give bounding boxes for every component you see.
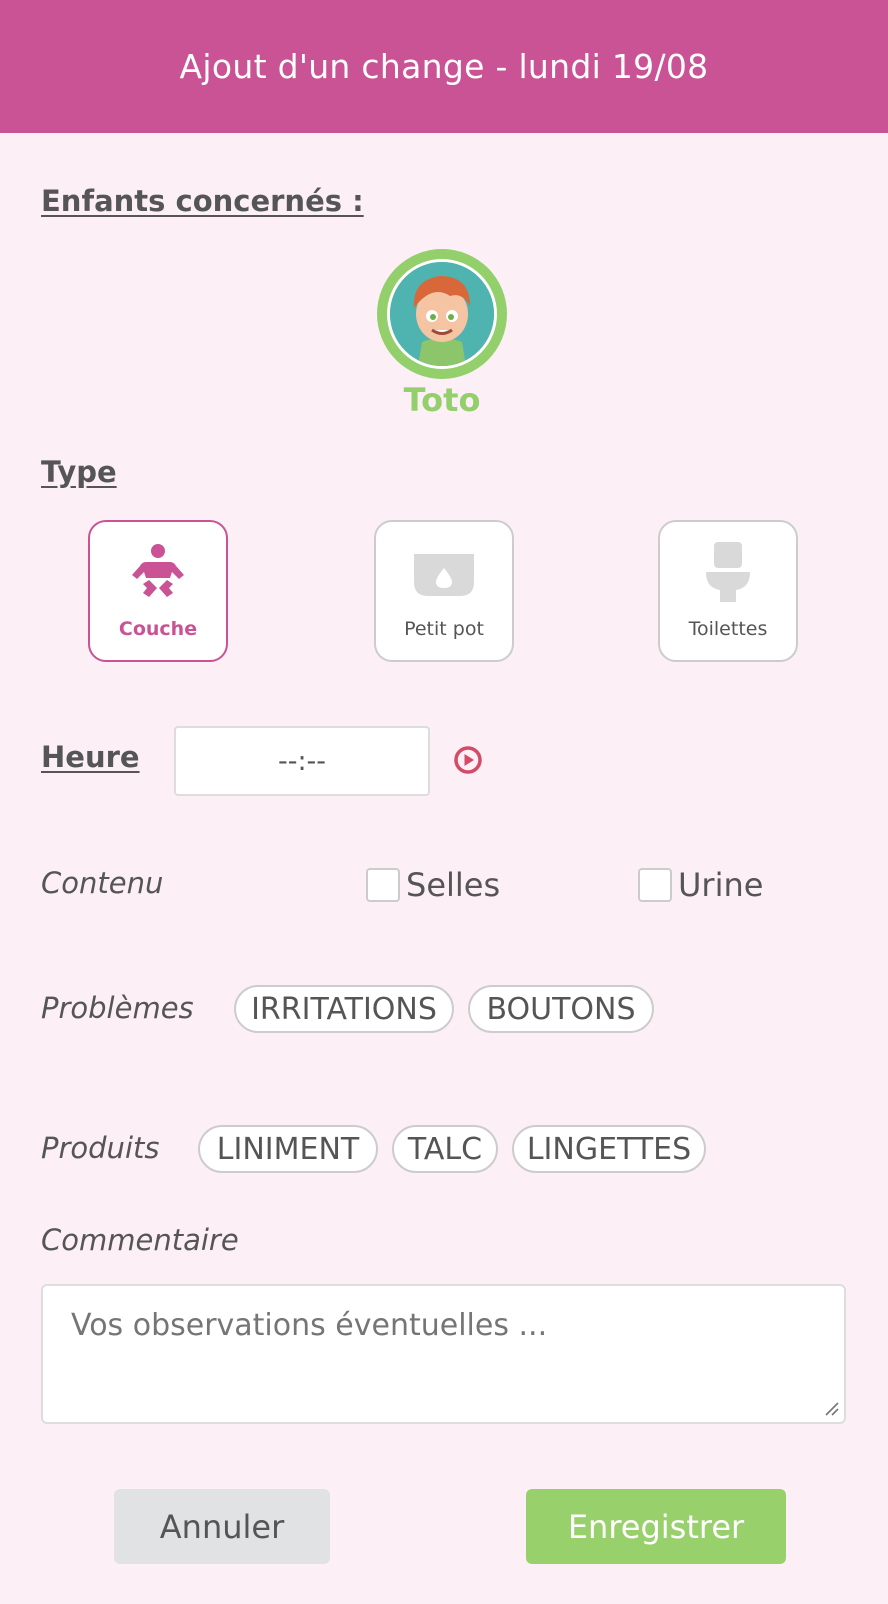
header-bar: Ajout d'un change - lundi 19/08 (0, 0, 888, 133)
problem-chip-irritations[interactable]: IRRITATIONS (234, 985, 454, 1033)
comment-textarea[interactable] (41, 1284, 846, 1424)
save-button[interactable]: Enregistrer (526, 1489, 786, 1564)
baby-icon (132, 544, 184, 597)
type-option-label: Toilettes (688, 618, 768, 640)
children-label: Enfants concernés : (41, 184, 364, 218)
selles-checkbox[interactable] (366, 868, 400, 902)
type-label: Type (41, 455, 117, 489)
comment-label: Commentaire (41, 1223, 239, 1257)
child-toto[interactable]: Toto (377, 249, 507, 419)
resize-grip-icon[interactable] (824, 1401, 840, 1417)
urine-label[interactable]: Urine (678, 866, 763, 904)
product-chip-liniment[interactable]: LINIMENT (198, 1125, 378, 1173)
products-label: Produits (41, 1131, 160, 1165)
type-option-label: Petit pot (404, 618, 484, 640)
toilet-icon (706, 542, 750, 602)
page-title: Ajout d'un change - lundi 19/08 (179, 47, 709, 86)
child-avatar-icon (390, 262, 494, 366)
type-option-couche[interactable]: Couche (88, 520, 228, 662)
product-chip-lingettes[interactable]: LINGETTES (512, 1125, 706, 1173)
type-option-petit-pot[interactable]: Petit pot (374, 520, 514, 662)
type-option-toilettes[interactable]: Toilettes (658, 520, 798, 662)
problem-chip-boutons[interactable]: BOUTONS (468, 985, 654, 1033)
cancel-button[interactable]: Annuler (114, 1489, 330, 1564)
time-label: Heure (41, 740, 140, 774)
potty-icon (414, 554, 474, 596)
child-name: Toto (403, 381, 481, 419)
problems-label: Problèmes (41, 991, 194, 1025)
type-option-label: Couche (118, 618, 198, 640)
play-circle-icon[interactable] (453, 745, 483, 775)
selles-label[interactable]: Selles (406, 866, 500, 904)
product-chip-talc[interactable]: TALC (392, 1125, 498, 1173)
urine-checkbox[interactable] (638, 868, 672, 902)
time-input[interactable]: --:-- (174, 726, 430, 796)
avatar (377, 249, 507, 379)
time-value: --:-- (277, 745, 327, 777)
content-label: Contenu (41, 866, 164, 900)
